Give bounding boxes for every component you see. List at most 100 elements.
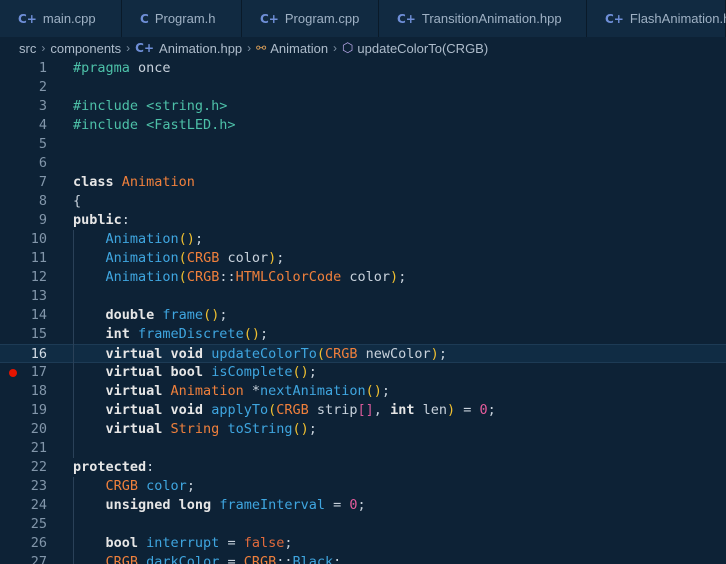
code-token: Black [292,554,334,564]
code-token: frameDiscrete [138,326,244,342]
breadcrumb-method[interactable]: updateColorTo(CRGB) [357,41,488,56]
tab-main-cpp[interactable]: C+ main.cpp [0,0,122,37]
code-token: <FastLED.h> [146,117,236,133]
code-line[interactable]: 4 #include <FastLED.h> [0,116,726,135]
chevron-right-icon: › [41,41,46,55]
line-number: 2 [38,79,47,95]
code-line[interactable]: 12 Animation(CRGB::HTMLColorCode color); [0,268,726,287]
code-text: #pragma once [73,59,171,78]
tab-flashanimation-hpp[interactable]: C+ FlashAnimation.hpp [587,0,726,37]
line-number: 6 [38,155,47,171]
cpp-file-icon: C+ [260,11,279,26]
code-token: virtual void [105,346,212,362]
code-token: ; [381,383,391,399]
code-line[interactable]: 14 double frame(); [0,306,726,325]
code-line[interactable]: 17 virtual bool isComplete(); [0,363,726,382]
code-editor[interactable]: 1 #pragma once 2 3 #include <string.h> 4 #incl… [0,59,726,564]
code-line[interactable]: 2 [0,78,726,97]
code-token: protected [73,459,147,475]
code-token: () [292,421,309,437]
code-token: nextAnimation [259,383,366,399]
breadcrumb: src › components › C+ Animation.hpp › ⚯ … [0,37,726,59]
code-line[interactable]: 1 #pragma once [0,59,726,78]
code-token: <string.h> [146,98,228,114]
code-line[interactable]: 11 Animation(CRGB color); [0,249,726,268]
code-line[interactable]: 9 public: [0,211,726,230]
code-line[interactable]: 25 [0,515,726,534]
tab-program-cpp[interactable]: C+ Program.cpp [242,0,379,37]
line-number: 15 [30,326,47,342]
line-number: 3 [38,98,47,114]
code-line[interactable]: 6 [0,154,726,173]
code-line[interactable]: 3 #include <string.h> [0,97,726,116]
code-token: virtual [105,421,171,437]
code-token: [] [357,402,374,418]
code-text: Animation(); [73,230,204,249]
code-line[interactable]: 22 protected: [0,458,726,477]
code-text: unsigned long frameInterval = 0; [73,496,366,515]
code-token: CRGB [276,402,309,418]
code-token: ; [186,478,195,494]
code-line[interactable]: 18 virtual Animation *nextAnimation(); [0,382,726,401]
chevron-right-icon: › [126,41,131,55]
code-line[interactable]: 27 CRGB darkColor = CRGB::Black; [0,553,726,564]
code-line[interactable]: 24 unsigned long frameInterval = 0; [0,496,726,515]
tab-transitionanimation-hpp[interactable]: C+ TransitionAnimation.hpp [379,0,587,37]
code-line[interactable]: 13 [0,287,726,306]
code-line[interactable]: 7 class Animation [0,173,726,192]
code-text: virtual void updateColorTo(CRGB newColor… [73,345,447,364]
code-token: , [373,402,391,418]
code-token: updateColorTo [211,346,317,362]
breadcrumb-src[interactable]: src [19,41,36,56]
code-line[interactable]: 21 [0,439,726,458]
code-line[interactable]: 19 virtual void applyTo(CRGB strip[], in… [0,401,726,420]
code-line[interactable]: 5 [0,135,726,154]
code-line[interactable]: 8{ [0,192,726,211]
cpp-file-icon: C [140,11,149,26]
code-line[interactable]: 16 virtual void updateColorTo(CRGB newCo… [0,344,726,363]
code-token: int [390,402,415,418]
code-text: virtual Animation *nextAnimation(); [73,382,391,401]
code-token: ( [268,402,277,418]
code-token: Animation [105,250,179,266]
code-token: :: [219,269,236,285]
code-text: #include <FastLED.h> [73,116,236,135]
breadcrumb-class[interactable]: Animation [270,41,328,56]
code-line[interactable]: 15 int frameDiscrete(); [0,325,726,344]
code-token: color [146,478,187,494]
line-number: 26 [30,535,47,551]
code-line[interactable]: 23 CRGB color; [0,477,726,496]
code-token: newColor [357,346,431,362]
editor-tab-bar: C+ main.cpp C Program.h C+ Program.cpp C+ Trans… [0,0,726,37]
code-token: len [414,402,447,418]
code-token: : [146,459,155,475]
line-number: 20 [30,421,47,437]
code-token: bool [105,535,147,551]
breadcrumb-components[interactable]: components [50,41,121,56]
line-number: 17 [30,364,47,380]
code-token: isComplete [211,364,293,380]
code-line[interactable]: 20 virtual String toString(); [0,420,726,439]
code-token: ; [333,554,342,564]
code-token: CRGB [186,250,220,266]
line-number: 24 [30,497,47,513]
code-text: { [73,192,81,211]
chevron-right-icon: › [247,41,252,55]
code-token: CRGB [186,269,220,285]
code-token: CRGB [243,554,277,564]
breadcrumb-file[interactable]: Animation.hpp [159,41,242,56]
code-token: color [219,250,269,266]
code-token: Animation [121,174,195,190]
code-token: color [341,269,391,285]
code-line[interactable]: 26 bool interrupt = false; [0,534,726,553]
class-symbol-icon: ⚯ [256,41,267,55]
code-line[interactable]: 10 Animation(); [0,230,726,249]
code-token: once [129,60,171,76]
tab-program-h[interactable]: C Program.h [122,0,242,37]
code-token: #include [73,98,147,114]
line-number: 1 [38,60,47,76]
